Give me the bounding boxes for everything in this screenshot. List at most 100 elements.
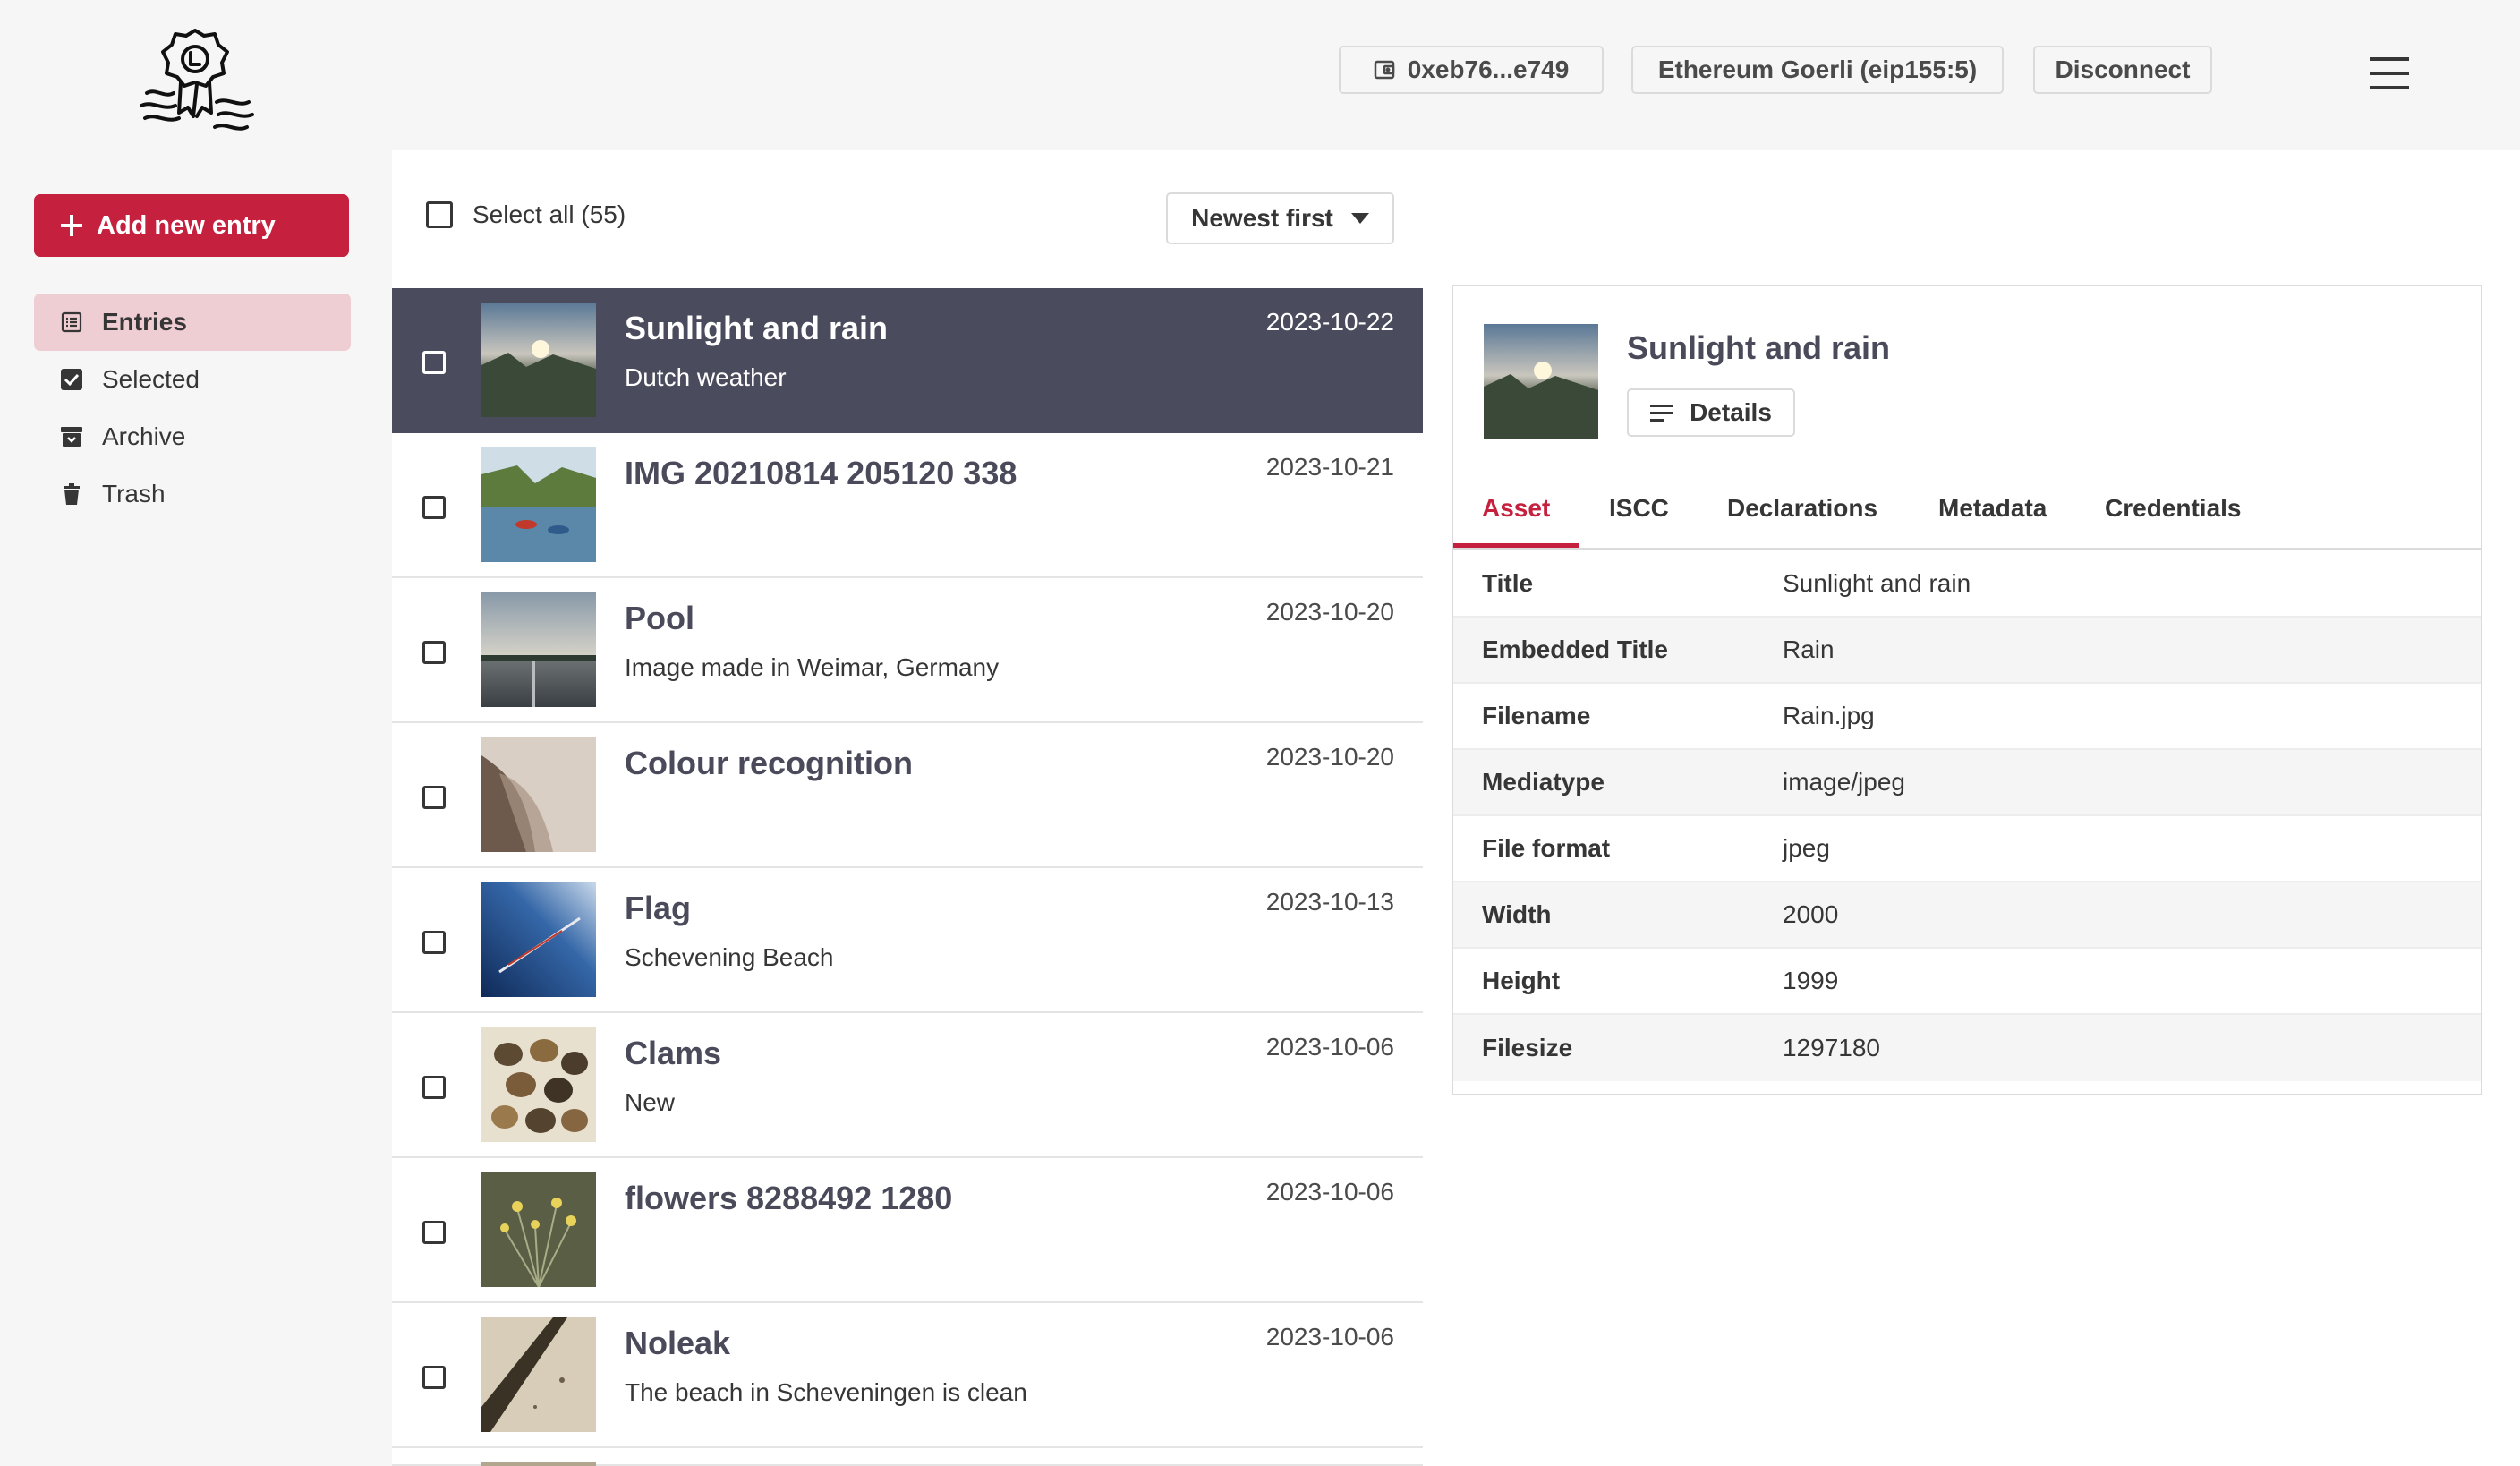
sidebar-item-archive[interactable]: Archive (34, 408, 351, 465)
property-key: Mediatype (1482, 768, 1605, 796)
select-all[interactable]: Select all (55) (426, 200, 626, 229)
entry-title: Pool (625, 600, 694, 636)
sidebar-item-trash[interactable]: Trash (34, 465, 351, 523)
detail-tabs: Asset ISCC Declarations Metadata Credent… (1453, 494, 2481, 550)
sidebar-item-label: Selected (102, 365, 200, 393)
tab-iscc[interactable]: ISCC (1580, 494, 1698, 548)
checkbox-checked-icon (61, 369, 82, 390)
sidebar-item-entries[interactable]: Entries (34, 294, 351, 351)
select-all-label: Select all (55) (472, 200, 626, 228)
tab-asset[interactable]: Asset (1453, 494, 1579, 548)
entry-thumbnail (481, 447, 596, 562)
property-value: 1999 (1783, 967, 1839, 994)
entry-thumbnail (481, 1462, 596, 1466)
entry-subtitle: Schevening Beach (625, 943, 834, 971)
entry-row[interactable]: Flag Schevening Beach 2023-10-13 (392, 868, 1423, 1013)
property-row: Filesize 1297180 (1453, 1015, 2481, 1081)
entry-date: 2023-10-20 (1265, 598, 1394, 626)
sort-label: Newest first (1191, 204, 1333, 232)
entry-checkbox[interactable] (422, 1076, 446, 1099)
trash-icon (61, 483, 82, 505)
details-button[interactable]: Details (1627, 388, 1795, 437)
property-row: Title Sunlight and rain (1453, 551, 2481, 618)
entry-thumbnail (481, 1027, 596, 1142)
entry-row[interactable]: Colour recognition 2023-10-20 (392, 723, 1423, 868)
entry-row[interactable]: Sunlight and rain Dutch weather 2023-10-… (392, 288, 1423, 433)
disconnect-label: Disconnect (2055, 55, 2191, 83)
entry-checkbox[interactable] (422, 1366, 446, 1389)
property-value: image/jpeg (1783, 768, 1905, 796)
property-key: File format (1482, 834, 1611, 862)
entry-checkbox[interactable] (422, 641, 446, 664)
archive-icon (61, 426, 82, 447)
entry-title: IMG 20210814 205120 338 (625, 455, 1017, 491)
entry-checkbox[interactable] (422, 786, 446, 809)
sidebar-item-label: Trash (102, 480, 166, 507)
entry-subtitle: Image made in Weimar, Germany (625, 653, 1000, 681)
property-key: Filename (1482, 702, 1591, 729)
entry-subtitle: New (625, 1088, 676, 1116)
property-value: Sunlight and rain (1783, 569, 1971, 597)
entry-subtitle: The beach in Scheveningen is clean (625, 1378, 1027, 1406)
entry-date: 2023-10-22 (1265, 308, 1394, 336)
entry-date: 2023-10-20 (1265, 743, 1394, 771)
entry-row-partial[interactable] (392, 1448, 1423, 1466)
sort-dropdown[interactable]: Newest first (1166, 192, 1394, 244)
tab-declarations[interactable]: Declarations (1698, 494, 1906, 548)
entry-thumbnail (481, 882, 596, 997)
entry-title: flowers 8288492 1280 (625, 1180, 953, 1216)
entry-checkbox[interactable] (422, 496, 446, 519)
property-key: Width (1482, 900, 1552, 928)
property-key: Title (1482, 569, 1534, 597)
list-icon (61, 311, 82, 333)
hamburger-icon[interactable] (2370, 55, 2409, 91)
entry-checkbox[interactable] (422, 1221, 446, 1244)
entry-row[interactable]: Noleak The beach in Scheveningen is clea… (392, 1303, 1423, 1448)
property-row: Mediatype image/jpeg (1453, 750, 2481, 816)
select-all-checkbox[interactable] (426, 201, 453, 228)
entry-checkbox[interactable] (422, 931, 446, 954)
entry-date: 2023-10-06 (1265, 1033, 1394, 1061)
property-value: 1297180 (1783, 1034, 1881, 1061)
entry-date: 2023-10-06 (1265, 1323, 1394, 1351)
tab-credentials[interactable]: Credentials (2076, 494, 2270, 548)
lines-icon (1650, 403, 1674, 422)
entry-date: 2023-10-06 (1265, 1178, 1394, 1206)
entry-row[interactable]: IMG 20210814 205120 338 2023-10-21 (392, 433, 1423, 578)
entry-thumbnail (481, 592, 596, 707)
property-row: Embedded Title Rain (1453, 618, 2481, 684)
detail-thumbnail (1484, 324, 1598, 439)
entry-title: Colour recognition (625, 745, 913, 781)
entry-checkbox[interactable] (422, 351, 446, 374)
property-value: Rain.jpg (1783, 702, 1875, 729)
wallet-address-button[interactable]: 0xeb76...e749 (1339, 46, 1604, 94)
app-logo (134, 23, 256, 134)
entry-thumbnail (481, 1172, 596, 1287)
entry-row[interactable]: Pool Image made in Weimar, Germany 2023-… (392, 578, 1423, 723)
plus-icon (59, 213, 84, 238)
entry-row[interactable]: flowers 8288492 1280 2023-10-06 (392, 1158, 1423, 1303)
wallet-address: 0xeb76...e749 (1407, 55, 1570, 83)
entry-thumbnail (481, 737, 596, 852)
sidebar-item-selected[interactable]: Selected (34, 351, 351, 408)
entry-title: Flag (625, 890, 692, 926)
network-label: Ethereum Goerli (eip155:5) (1657, 55, 1978, 83)
details-label: Details (1690, 398, 1772, 426)
entry-row[interactable]: Clams New 2023-10-06 (392, 1013, 1423, 1158)
property-value: jpeg (1783, 834, 1830, 862)
add-new-entry-button[interactable]: Add new entry (34, 194, 349, 257)
entry-subtitle: Dutch weather (625, 363, 787, 391)
add-new-entry-label: Add new entry (97, 210, 276, 240)
detail-panel: Sunlight and rain Details Asset ISCC Dec… (1452, 285, 2482, 1095)
property-key: Height (1482, 967, 1561, 994)
entry-thumbnail (481, 1317, 596, 1432)
entry-title: Sunlight and rain (625, 310, 888, 346)
property-value: 2000 (1783, 900, 1839, 928)
sidebar-item-label: Entries (102, 308, 187, 336)
tab-metadata[interactable]: Metadata (1910, 494, 2075, 548)
network-button[interactable]: Ethereum Goerli (eip155:5) (1631, 46, 2004, 94)
entry-date: 2023-10-21 (1265, 453, 1394, 481)
disconnect-button[interactable]: Disconnect (2033, 46, 2212, 94)
property-value: Rain (1783, 635, 1835, 663)
property-row: File format jpeg (1453, 816, 2481, 882)
